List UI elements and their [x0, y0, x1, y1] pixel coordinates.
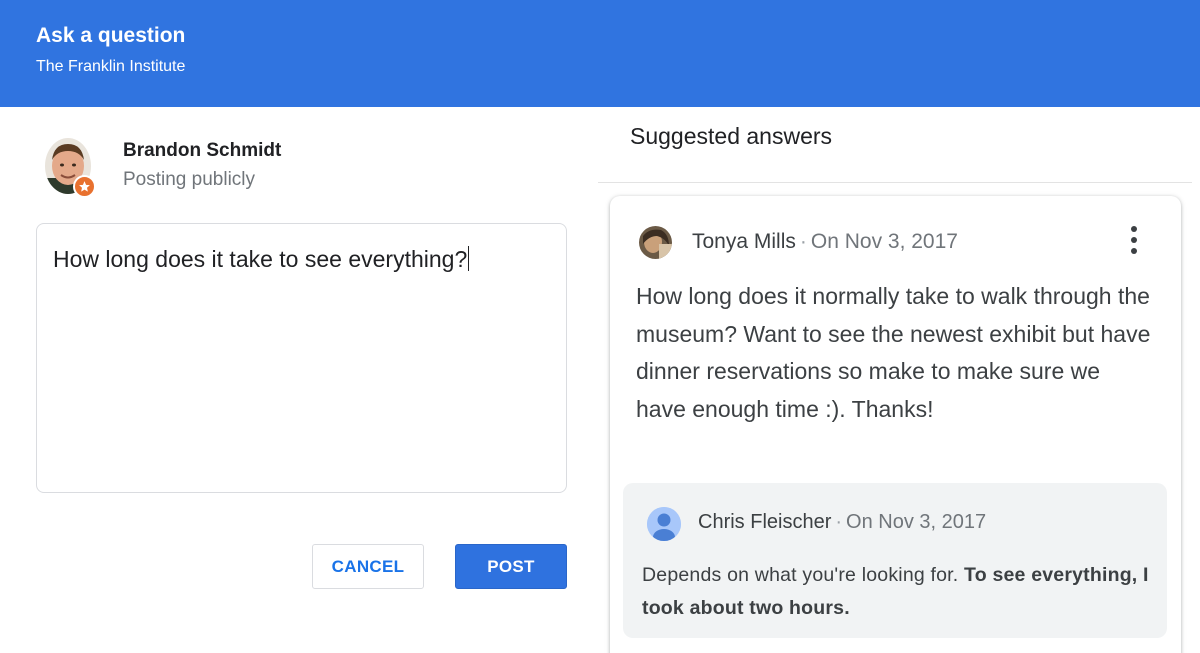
suggested-answers-heading: Suggested answers	[630, 123, 833, 149]
person-icon	[647, 507, 681, 541]
answer-text-plain: Depends on what you're looking for.	[642, 564, 965, 586]
text-cursor	[468, 246, 470, 271]
user-avatar	[45, 138, 96, 198]
answer-date: On Nov 3, 2017	[846, 511, 987, 533]
local-guide-star-icon	[73, 175, 96, 198]
user-name: Brandon Schmidt	[123, 140, 282, 161]
divider	[598, 182, 1192, 183]
question-author-name[interactable]: Tonya Mills	[692, 230, 796, 253]
answer-text: Depends on what you're looking for. To s…	[642, 559, 1152, 625]
answer-author-line: Chris Fleischer · On Nov 3, 2017	[698, 511, 986, 534]
answer-author-name[interactable]: Chris Fleischer	[698, 511, 831, 533]
cancel-button[interactable]: CANCEL	[312, 544, 424, 589]
post-button[interactable]: POST	[455, 544, 567, 589]
question-input[interactable]: How long does it take to see everything?	[36, 223, 567, 493]
suggested-question-card[interactable]: Tonya Mills · On Nov 3, 2017 How long does…	[610, 196, 1181, 653]
place-name: The Franklin Institute	[36, 58, 186, 75]
question-date: On Nov 3, 2017	[810, 230, 958, 253]
dialog-title: Ask a question	[36, 24, 186, 47]
posting-visibility: Posting publicly	[123, 169, 256, 190]
question-author-avatar	[639, 226, 672, 259]
suggested-question-text: How long does it normally take to walk t…	[636, 283, 1151, 422]
dialog-header: Ask a question The Franklin Institute	[0, 0, 1200, 107]
more-vert-icon[interactable]	[1127, 226, 1141, 254]
question-author-line: Tonya Mills · On Nov 3, 2017	[692, 230, 958, 254]
separator-dot: ·	[835, 511, 843, 533]
separator-dot: ·	[799, 230, 807, 253]
question-input-text: How long does it take to see everything?	[53, 246, 468, 272]
answer-block: Chris Fleischer · On Nov 3, 2017 Depends o…	[623, 483, 1167, 638]
